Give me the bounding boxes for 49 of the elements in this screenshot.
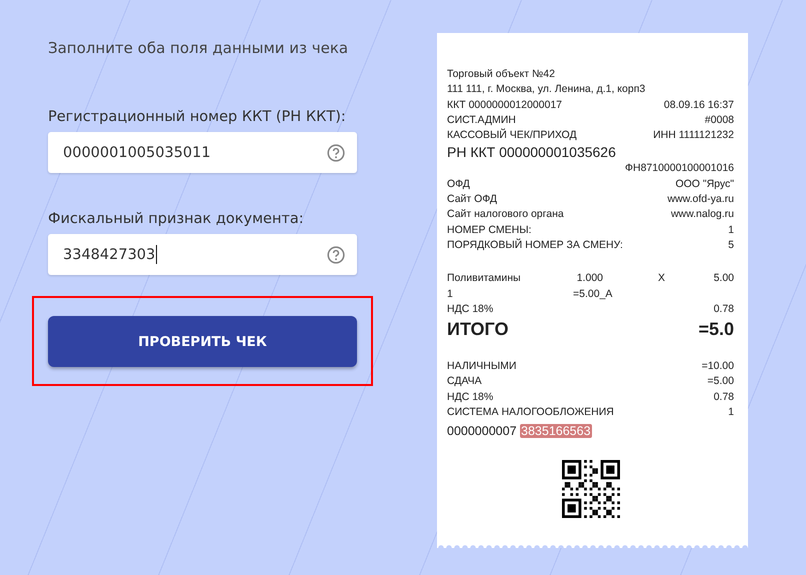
receipt-text: www.ofd-ya.ru [667, 192, 734, 208]
input-field[interactable]: 0000001005035011 [48, 132, 357, 173]
receipt-text: ПОРЯДКОВЫЙ НОМЕР ЗА СМЕНУ: [447, 238, 623, 253]
receipt-text: 1 [728, 405, 734, 420]
receipt-text: 5.00 [714, 271, 734, 286]
receipt-text: НДС 18% [447, 390, 494, 405]
form-instruction: Заполните оба поля данными из чека [48, 38, 348, 59]
highlighted-number: 3835166563 [520, 424, 592, 438]
receipt-text: 5 [728, 238, 734, 253]
receipt-text: Сайт ОФД [447, 192, 498, 208]
receipt-text: 1 [728, 222, 734, 238]
receipt-text: X [657, 271, 666, 286]
receipt-text: =5.00 [707, 374, 734, 390]
receipt-text: ККТ 0000000012000017 [447, 98, 562, 113]
help-icon[interactable] [327, 246, 345, 264]
field-label: Фискальный признак документа: [48, 211, 305, 227]
receipt-text: 0.78 [714, 302, 734, 317]
receipt-text: =5.0 [698, 318, 734, 342]
help-icon[interactable] [327, 144, 345, 162]
receipt-text: РН ККТ 000000001035626 [447, 143, 616, 162]
receipt-text: ФН8710000100001016 [625, 161, 734, 176]
receipt-text: 08.09.16 16:37 [664, 98, 734, 113]
receipt-text: НДС 18% [447, 302, 494, 317]
field-label: Регистрационный номер ККТ (РН ККТ): [48, 109, 347, 125]
receipt-text: ООО "Ярус" [675, 176, 734, 192]
receipt-text: =5.00_A [573, 286, 614, 302]
input-field[interactable]: 3348427303 [48, 234, 357, 275]
receipt-text: =10.00 [702, 359, 734, 374]
receipt-text: 0.78 [714, 390, 734, 405]
receipt-text: СДАЧА [447, 374, 482, 390]
receipt-text: #0008 [704, 112, 734, 128]
receipt-text: 0000000007 [447, 424, 517, 438]
check-button[interactable]: ПРОВЕРИТЬ ЧЕК [48, 316, 357, 367]
receipt-text: КАССОВЫЙ ЧЕК/ПРИХОД [447, 128, 577, 144]
receipt-text: ИНН 1111121232 [653, 128, 734, 144]
receipt-text: ИТОГО [447, 318, 508, 342]
receipt-text: НОМЕР СМЕНЫ: [447, 222, 532, 238]
receipt-text: НАЛИЧНЫМИ [447, 359, 516, 374]
receipt-text: СИСТЕМА НАЛОГООБЛОЖЕНИЯ [447, 405, 614, 420]
receipt-text: СИСТ.АДМИН [447, 112, 516, 128]
receipt-text: www.nalog.ru [670, 207, 734, 222]
receipt-text: Торговый объект №42 [447, 67, 555, 82]
receipt-text: Сайт налогового органа [447, 207, 564, 222]
receipt-text: 1.000 [576, 271, 603, 286]
receipt-text: ОФД [447, 176, 470, 192]
receipt-text: Поливитамины [447, 271, 522, 286]
receipt-text: 1 [447, 286, 454, 302]
qr-code-icon [562, 460, 620, 518]
receipt-text: 111 111, г. Москва, ул. Ленина, д.1, корп3 [447, 82, 646, 98]
